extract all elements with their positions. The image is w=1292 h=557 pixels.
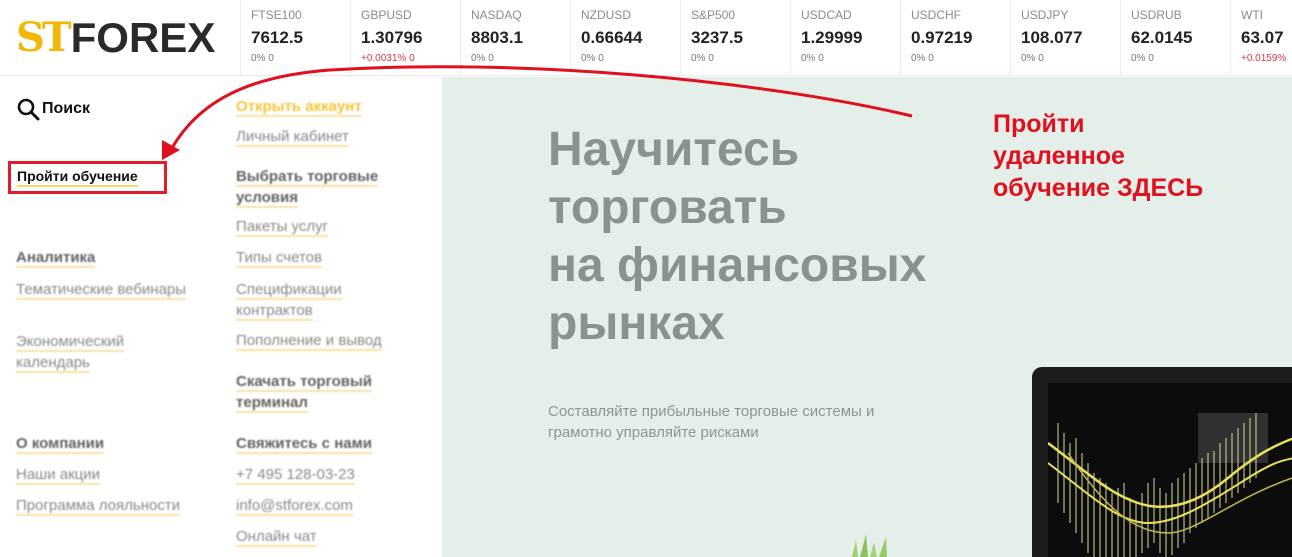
menu-item-phone[interactable]: +7 495 128-03-23 xyxy=(236,464,436,485)
menu-item-promos[interactable]: Наши акции xyxy=(16,464,196,485)
ticker-sp500[interactable]: S&P500 3237.5 0% 0 xyxy=(680,0,790,76)
annotation-line: Пройти xyxy=(993,110,1085,138)
ticker-change: 0% 0 xyxy=(691,53,714,64)
ticker-symbol: USDCAD xyxy=(801,8,852,22)
ticker-usdchf[interactable]: USDCHF 0.97219 0% 0 xyxy=(900,0,1010,76)
ticker-price: 0.66644 xyxy=(581,28,643,47)
ticker-price: 62.0145 xyxy=(1131,28,1193,47)
ticker-price: 1.30796 xyxy=(361,28,423,47)
logo-forex: FOREX xyxy=(70,14,216,61)
ticker-price: 3237.5 xyxy=(691,28,743,47)
ticker-symbol: USDJPY xyxy=(1021,8,1069,22)
hero-title-line: на финансовых xyxy=(548,239,927,292)
ticker-price: 0.97219 xyxy=(911,28,973,47)
menu-item-deposit[interactable]: Пополнение и вывод xyxy=(236,330,436,351)
menu-item-calendar[interactable]: Экономический календарь xyxy=(16,331,196,373)
trading-chart-image xyxy=(1047,383,1292,557)
hero-subtitle: Составляйте прибыльные торговые системы … xyxy=(548,403,875,441)
ticker-symbol: S&P500 xyxy=(691,8,736,22)
ticker-change: +0.0159% xyxy=(1241,53,1287,64)
ticker-symbol: NZDUSD xyxy=(581,8,631,22)
ticker-price: 108.077 xyxy=(1021,28,1083,47)
menu-item-cabinet[interactable]: Личный кабинет xyxy=(236,126,436,147)
logo[interactable]: ST FOREX xyxy=(16,14,220,62)
ticker-change: 0% 0 xyxy=(801,53,824,64)
ticker-gbpusd[interactable]: GBPUSD 1.30796 +0.0031% 0 xyxy=(350,0,460,76)
ticker-symbol: USDCHF xyxy=(911,8,961,22)
ticker-change: 0% 0 xyxy=(1021,53,1044,64)
ticker-nzdusd[interactable]: NZDUSD 0.66644 0% 0 xyxy=(570,0,680,76)
ticker-symbol: FTSE100 xyxy=(251,8,302,22)
ticker-change: 0% 0 xyxy=(1131,53,1154,64)
menu-heading-terminal[interactable]: Скачать торговый терминал xyxy=(236,371,406,413)
menu-item-email[interactable]: info@stforex.com xyxy=(236,495,436,516)
ticker-ftse100[interactable]: FTSE100 7612.5 0% 0 xyxy=(240,0,350,76)
menu-heading-company[interactable]: О компании xyxy=(16,433,196,454)
ticker-change: 0% 0 xyxy=(251,53,274,64)
ticker-symbol: USDRUB xyxy=(1131,8,1182,22)
grass-image xyxy=(852,534,887,557)
hero-title: Научитесь торговать на финансовых рынках xyxy=(548,121,988,353)
menu-item-loyalty[interactable]: Программа лояльности xyxy=(16,495,196,516)
ticker-price: 7612.5 xyxy=(251,28,303,47)
menu-item-account-types[interactable]: Типы счетов xyxy=(236,247,436,268)
menu-item-specs[interactable]: Спецификации контрактов xyxy=(236,279,386,321)
menu-item-open-account[interactable]: Открыть аккаунт xyxy=(236,96,436,117)
ticker-usdcad[interactable]: USDCAD 1.29999 0% 0 xyxy=(790,0,900,76)
header: ST FOREX FTSE100 7612.5 0% 0 GBPUSD 1.30… xyxy=(0,0,1292,76)
ticker-symbol: WTI xyxy=(1241,8,1263,22)
laptop-image xyxy=(1032,367,1292,557)
ticker-price: 8803.1 xyxy=(471,28,523,47)
page: ST FOREX FTSE100 7612.5 0% 0 GBPUSD 1.30… xyxy=(0,0,1292,557)
annotation-line: удаленное xyxy=(993,142,1125,170)
ticker-usdrub[interactable]: USDRUB 62.0145 0% 0 xyxy=(1120,0,1230,76)
ticker-price: 63.07 xyxy=(1241,28,1284,47)
ticker-change: 0% 0 xyxy=(471,53,494,64)
ticker-change: +0.0031% 0 xyxy=(361,53,415,64)
hero-title-line: рынках xyxy=(548,297,725,350)
ticker-change: 0% 0 xyxy=(911,53,934,64)
menu-heading-contact[interactable]: Свяжитесь с нами xyxy=(236,433,436,454)
search-icon xyxy=(17,98,40,121)
hero-title-line: Научитесь xyxy=(548,123,800,176)
ticker-wti[interactable]: WTI 63.07 +0.0159% xyxy=(1230,0,1292,76)
menu-item-webinars[interactable]: Тематические вебинары xyxy=(16,279,196,300)
hero-title-line: торговать xyxy=(548,181,787,234)
search-button[interactable]: Поиск xyxy=(16,97,90,121)
logo-st: ST xyxy=(16,14,72,61)
ticker-usdjpy[interactable]: USDJPY 108.077 0% 0 xyxy=(1010,0,1120,76)
annotation-line: обучение ЗДЕСЬ xyxy=(993,174,1204,202)
menu-item-packages[interactable]: Пакеты услуг xyxy=(236,216,436,237)
search-label: Поиск xyxy=(42,100,91,117)
dropdown-menu: Поиск Пройти обучение Аналитика Тематиче… xyxy=(0,77,442,557)
ticker-symbol: NASDAQ xyxy=(471,8,522,22)
ticker-change: 0% 0 xyxy=(581,53,604,64)
annotation-text: Пройти удаленное обучение ЗДЕСЬ xyxy=(993,108,1203,204)
ticker-nasdaq[interactable]: NASDAQ 8803.1 0% 0 xyxy=(460,0,570,76)
menu-heading-analytics[interactable]: Аналитика xyxy=(16,247,196,268)
menu-item-chat[interactable]: Онлайн чат xyxy=(236,526,436,547)
ticker-price: 1.29999 xyxy=(801,28,863,47)
menu-heading-conditions[interactable]: Выбрать торговые условия xyxy=(236,166,416,208)
ticker-symbol: GBPUSD xyxy=(361,8,412,22)
learn-link[interactable]: Пройти обучение xyxy=(17,167,138,187)
